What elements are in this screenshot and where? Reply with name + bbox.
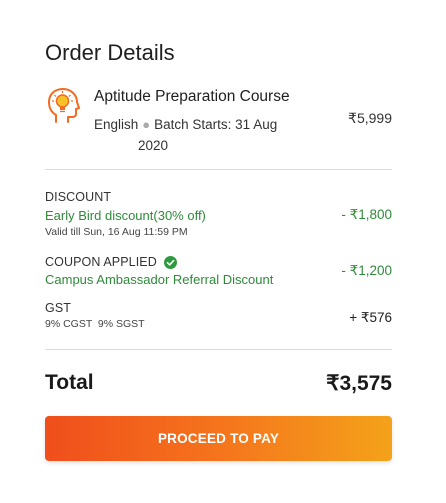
batch-start-date: Batch Starts: 31 Aug xyxy=(154,117,278,132)
check-circle-icon xyxy=(164,256,178,270)
discount-validity: Valid till Sun, 16 Aug 11:59 PM xyxy=(45,226,188,238)
coupon-label: COUPON APPLIED xyxy=(45,255,157,269)
proceed-to-pay-button[interactable]: PROCEED TO PAY xyxy=(45,416,392,461)
gst-amount: + ₹576 xyxy=(349,310,392,325)
gst-breakdown: 9% CGST 9% SGST xyxy=(45,318,145,330)
course-meta: English ● Batch Starts: 31 Aug 2020 xyxy=(94,114,304,156)
total-value: ₹3,575 xyxy=(326,372,392,395)
separator-dot-icon: ● xyxy=(142,117,151,132)
page-title: Order Details xyxy=(45,40,175,65)
discount-amount: - ₹1,800 xyxy=(341,207,392,222)
discount-name: Early Bird discount(30% off) xyxy=(45,208,206,223)
divider xyxy=(45,349,392,350)
divider xyxy=(45,169,392,170)
gst-label: GST xyxy=(45,301,71,315)
discount-label: DISCOUNT xyxy=(45,190,112,204)
coupon-name: Campus Ambassador Referral Discount xyxy=(45,272,274,287)
batch-start-year: 2020 xyxy=(138,138,169,153)
head-lightbulb-icon xyxy=(46,86,80,124)
course-name: Aptitude Preparation Course xyxy=(94,88,290,105)
total-label: Total xyxy=(45,371,94,394)
coupon-amount: - ₹1,200 xyxy=(341,263,392,278)
course-price: ₹5,999 xyxy=(348,110,392,126)
coupon-applied-row: COUPON APPLIED xyxy=(45,255,178,270)
course-language: English xyxy=(94,117,139,132)
